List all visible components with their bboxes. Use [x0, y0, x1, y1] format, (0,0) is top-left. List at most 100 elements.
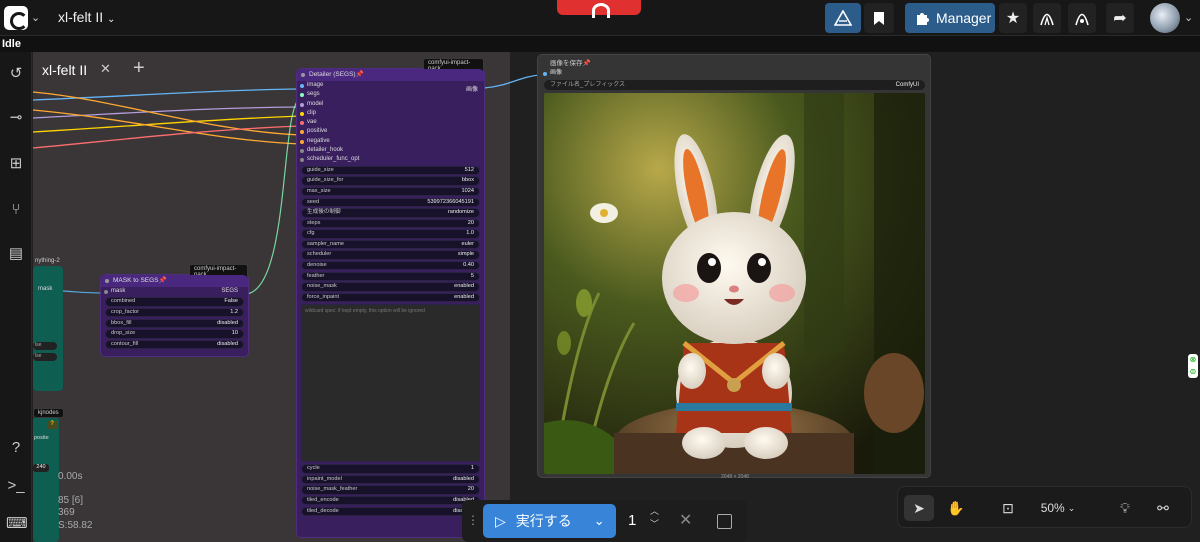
input-scheduler-func-opt[interactable]: scheduler_func_opt — [297, 155, 484, 164]
widget-label: tiled_encode — [307, 496, 339, 503]
stat-time: 0.00s — [58, 471, 83, 482]
bunny-image — [544, 93, 925, 474]
canvas-toolbar: ➤ ✋ ⊡ 50% ⌄ 💡︎ ⚯ — [897, 486, 1192, 528]
kjnodes-node[interactable]: kjnodes ? posite 240 — [33, 408, 64, 542]
cancel-icon[interactable]: ✕ — [679, 510, 692, 530]
stat-fps: S:58.82 — [58, 520, 93, 531]
widget-bbox-fill[interactable]: bbox_fill disabled — [105, 318, 244, 329]
widget-value: enabled — [454, 293, 474, 300]
fit-view-button[interactable]: ⊡ — [993, 495, 1023, 521]
stop-icon[interactable] — [717, 514, 732, 529]
filename-prefix-field[interactable]: ファイル名_プレフィックス ComfyUI — [544, 80, 925, 90]
zoom-label: 50% — [1040, 501, 1065, 515]
widget-guide-size-for[interactable]: guide_size_for bbox — [301, 176, 480, 186]
detailer-bottom-widgets: cycle 1 inpaint_model disabled noise_mask_fe… — [297, 464, 484, 516]
widget-tiled-encode[interactable]: tiled_encode disabled — [301, 495, 480, 506]
input-positive[interactable]: positive — [297, 127, 484, 136]
widget-combined[interactable]: combined False — [105, 297, 244, 307]
batch-count-input[interactable]: 1 — [628, 512, 636, 529]
widget-force-inpaint[interactable]: force_inpaint enabled — [301, 292, 480, 303]
partial-output-label: mask — [38, 286, 53, 292]
widget-value: bbox — [461, 177, 474, 184]
widget-drop-size[interactable]: drop_size 10 — [105, 329, 244, 339]
input-image[interactable]: image — [297, 81, 484, 90]
widget-label: steps — [307, 219, 321, 226]
widget-value: 20 — [467, 486, 474, 493]
zoom-dropdown[interactable]: 50% ⌄ — [1033, 495, 1083, 521]
partial-row-2[interactable]: lse — [33, 353, 57, 361]
kjnodes-value[interactable]: 240 — [33, 464, 49, 472]
widget-guide-size[interactable]: guide_size 512 — [301, 165, 480, 176]
chevron-down-icon[interactable]: ⌄ — [594, 513, 605, 529]
widget-value: euler — [461, 240, 474, 247]
widget-feather[interactable]: feather 5 — [301, 271, 480, 282]
widget-cfg[interactable]: cfg 1.0 — [301, 229, 480, 239]
widget-denoise[interactable]: denoise 0.40 — [301, 261, 480, 271]
stat-links: 369 — [58, 507, 75, 518]
widget-value: 512 — [464, 166, 474, 173]
node-title[interactable]: 画像を保存📌 — [550, 57, 591, 67]
lightbulb-icon: 💡︎ — [1120, 499, 1130, 516]
widget-value: 1024 — [461, 188, 474, 195]
widget-contour-fill[interactable]: contour_fill disabled — [105, 339, 244, 350]
segs-output[interactable]: SEGS — [221, 287, 238, 296]
mask-to-segs-node[interactable]: comfyui-impact-pack MASK to SEGS📌 mask S… — [100, 264, 249, 357]
side-float-widget[interactable]: ⊗ ⊜ — [1188, 354, 1198, 378]
wildcard-textarea[interactable]: wildcard spec: if kept empty, this optio… — [301, 304, 480, 463]
widget-value: disabled — [453, 475, 474, 482]
widget-value: 5 — [470, 272, 474, 279]
pointer-icon: ➤ — [913, 499, 925, 516]
widget-noise-mask-feather[interactable]: noise_mask_feather 20 — [301, 485, 480, 495]
pan-tool-button[interactable]: ✋ — [941, 495, 971, 521]
input-clip[interactable]: clip — [297, 109, 484, 118]
widget-value: simple — [457, 251, 474, 258]
partial-row-1[interactable]: lse — [33, 342, 57, 350]
input-negative[interactable]: negative — [297, 137, 484, 146]
widget-label: crop_factor — [111, 309, 139, 316]
detailer-node[interactable]: comfyui-impact-pack Detailer (SEGS)📌 画像 … — [296, 58, 485, 538]
widget-label: feather — [307, 272, 325, 279]
close-icon[interactable]: ⊗ — [1188, 354, 1198, 366]
image-input[interactable]: 画像 — [540, 69, 562, 78]
widget-value: disabled — [217, 340, 238, 347]
widget-noise-mask[interactable]: noise_mask enabled — [301, 282, 480, 292]
widget-value: False — [224, 298, 238, 305]
node-title[interactable]: MASK to SEGS📌 — [101, 275, 248, 287]
select-tool-button[interactable]: ➤ — [904, 495, 934, 521]
widget-[interactable]: 生成後の制御 randomize — [301, 208, 480, 218]
widget-label: max_size — [307, 188, 331, 195]
widget-label: inpaint_model — [307, 475, 342, 482]
input-vae[interactable]: vae — [297, 118, 484, 127]
input-model[interactable]: model — [297, 100, 484, 109]
widget-tiled-decode[interactable]: tiled_decodedisabled — [301, 506, 480, 516]
link-visibility-button[interactable]: ⚯ — [1148, 495, 1178, 521]
kjnodes-badge: kjnodes — [33, 408, 64, 418]
batch-stepper[interactable]: ︿ ﹀ — [650, 505, 659, 531]
widget-value: 1 — [470, 465, 474, 472]
widget-value: 10 — [231, 330, 238, 337]
mask-port-row: mask SEGS — [101, 287, 248, 296]
save-image-node[interactable]: 画像を保存📌 画像 ファイル名_プレフィックス ComfyUI 2048 × 2… — [537, 54, 931, 480]
partial-node-title: nything-2 — [35, 258, 60, 264]
run-button[interactable]: ▷ 実行する ⌄ — [483, 504, 616, 538]
node-title[interactable]: Detailer (SEGS)📌 — [297, 69, 484, 81]
widget-label: guide_size_for — [307, 177, 344, 184]
input-detailer-hook[interactable]: detailer_hook — [297, 146, 484, 155]
input-segs[interactable]: segs — [297, 90, 484, 99]
stat-nodes: 85 [6] — [58, 495, 84, 506]
widget-crop-factor[interactable]: crop_factor 1.2 — [105, 308, 244, 318]
export-icon[interactable]: ⊜ — [1188, 366, 1198, 378]
output-image[interactable] — [544, 93, 925, 474]
mask-input[interactable]: mask — [111, 287, 125, 296]
widget-seed[interactable]: seed 539972366045191 — [301, 197, 480, 207]
widget-steps[interactable]: steps 20 — [301, 218, 480, 229]
prefix-label: ファイル名_プレフィックス — [550, 82, 626, 88]
widget-sampler-name[interactable]: sampler_name euler — [301, 239, 480, 250]
widget-inpaint-model[interactable]: inpaint_model disabled — [301, 474, 480, 485]
partial-node[interactable]: nything-2 mask lse lse — [33, 258, 63, 391]
widget-cycle[interactable]: cycle 1 — [301, 464, 480, 474]
widget-max-size[interactable]: max_size 1024 — [301, 187, 480, 197]
widget-scheduler[interactable]: scheduler simple — [301, 250, 480, 260]
bulb-button[interactable]: 💡︎ — [1110, 495, 1140, 521]
widget-value: randomize — [447, 209, 474, 216]
